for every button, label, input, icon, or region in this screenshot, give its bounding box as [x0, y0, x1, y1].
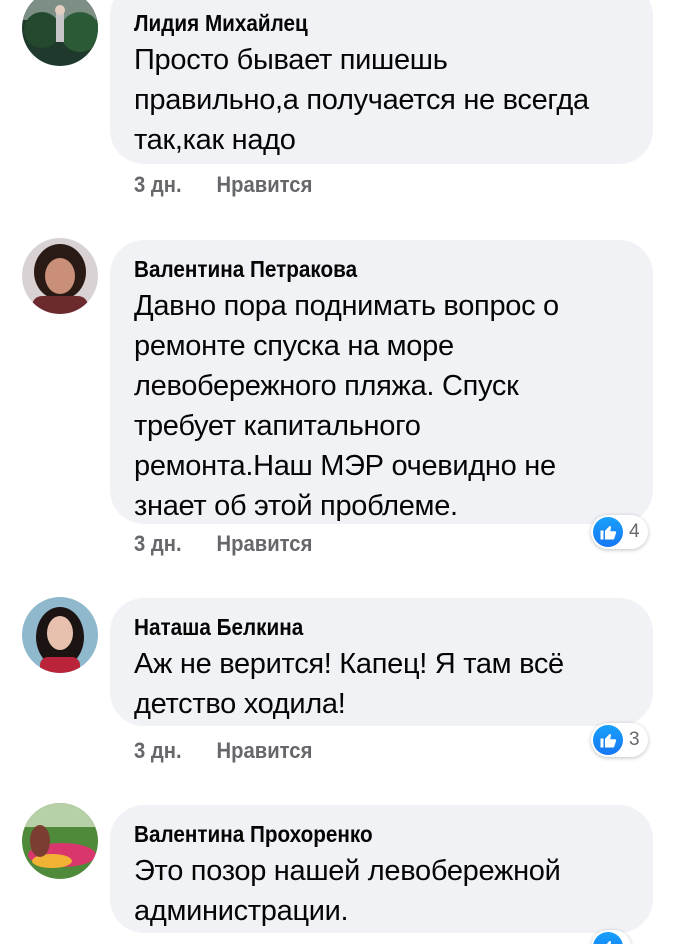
comment-author[interactable]: Лидия Михайлец: [134, 8, 580, 38]
comment-text-line: так,как надо: [134, 124, 296, 156]
comment-timestamp[interactable]: 3 дн.: [134, 531, 182, 556]
like-button[interactable]: Нравится: [217, 531, 313, 556]
avatar[interactable]: [22, 238, 98, 314]
comment-text-line: Это позор нашей левобережной: [134, 855, 561, 887]
comment-text-line: левобережного пляжа. Спуск: [134, 370, 519, 402]
comment-text-line: Просто бывает пишешь: [134, 44, 448, 76]
comment-text-line: ремонта.Наш МЭР очевидно не: [134, 450, 556, 482]
comment-author[interactable]: Наташа Белкина: [134, 612, 580, 642]
like-button[interactable]: Нравится: [217, 172, 313, 197]
comment-text: Просто бывает пишешь правильно,а получае…: [134, 40, 629, 160]
reaction-summary[interactable]: 4: [591, 515, 648, 549]
comment-timestamp[interactable]: 3 дн.: [134, 738, 182, 763]
comment-meta: 3 дн. Нравится: [134, 738, 312, 764]
like-icon: [593, 932, 623, 944]
like-icon: [593, 517, 623, 547]
comment-text-line: знает об этой проблеме.: [134, 490, 458, 522]
comment-text-line: требует капитального: [134, 410, 421, 442]
comment-text: Давно пора поднимать вопрос о ремонте сп…: [134, 286, 629, 526]
comment-bubble: Валентина Прохоренко Это позор нашей лев…: [110, 805, 653, 933]
comment-text-line: детство ходила!: [134, 688, 346, 720]
avatar[interactable]: [22, 597, 98, 673]
reaction-count: 4: [629, 521, 640, 542]
comment-meta: 3 дн. Нравится: [134, 531, 312, 557]
comment-text: Это позор нашей левобережной администрац…: [134, 851, 629, 931]
comment-timestamp[interactable]: 3 дн.: [134, 172, 182, 197]
comment-text-line: администрации.: [134, 895, 349, 927]
comment-text-line: правильно,а получается не всегда: [134, 84, 589, 116]
comment-text-line: Давно пора поднимать вопрос о: [134, 290, 559, 322]
comment-author[interactable]: Валентина Прохоренко: [134, 819, 580, 849]
reaction-count: 3: [629, 729, 640, 750]
like-icon: [593, 725, 623, 755]
avatar[interactable]: [22, 803, 98, 879]
comment-bubble: Наташа Белкина Аж не верится! Капец! Я т…: [110, 598, 653, 726]
comment-author[interactable]: Валентина Петракова: [134, 254, 580, 284]
avatar[interactable]: [22, 0, 98, 66]
comment-text-line: ремонте спуска на море: [134, 330, 454, 362]
comment-meta: 3 дн. Нравится: [134, 172, 312, 198]
comment-bubble: Лидия Михайлец Просто бывает пишешь прав…: [110, 0, 653, 164]
comment-text: Аж не верится! Капец! Я там всё детство …: [134, 644, 629, 724]
comment-text-line: Аж не верится! Капец! Я там всё: [134, 648, 564, 680]
reaction-summary[interactable]: 3: [591, 723, 648, 757]
like-button[interactable]: Нравится: [217, 738, 313, 763]
comment-bubble: Валентина Петракова Давно пора поднимать…: [110, 240, 653, 524]
